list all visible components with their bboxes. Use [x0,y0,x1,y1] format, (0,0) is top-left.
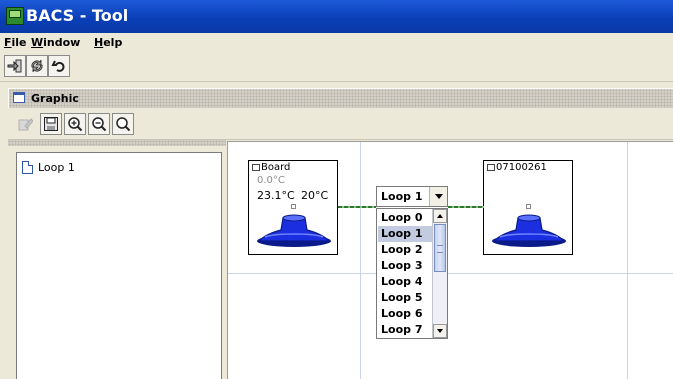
undo-icon [51,60,65,72]
menu-help-mnemonic: H [94,36,104,49]
zoom-in-button[interactable] [64,113,86,135]
device-name-label: Board [261,162,291,173]
menu-help[interactable]: Help [94,36,122,49]
temperature-reading: 0.0°C [257,175,285,186]
loop-select-dropdown: Loop 0 Loop 1 Loop 2 Loop 3 Loop 4 Loop … [376,208,448,339]
scroll-up-icon[interactable] [433,209,447,223]
edit-icon [18,118,33,131]
device-board[interactable]: Board 0.0°C 23.1°C 20°C [248,160,338,255]
device-mini-icon [487,164,495,171]
loop-option[interactable]: Loop 5 [378,290,433,306]
temperature-setpoint: 20°C [301,189,329,202]
grid-line [627,142,628,379]
graphic-panel-header: Graphic [8,88,673,109]
zoom-in-icon [68,117,83,132]
chevron-down-icon[interactable] [429,187,447,206]
refresh-button[interactable] [26,55,48,77]
scrollbar-thumb[interactable] [434,224,446,272]
loop-option[interactable]: Loop 3 [378,258,433,274]
connector-line [448,206,484,208]
loop-option[interactable]: Loop 0 [378,210,433,226]
tree-item-loop[interactable]: Loop 1 [22,159,75,175]
menu-window[interactable]: Window [31,36,80,49]
device-name: Board [252,162,290,173]
window-icon [13,92,25,103]
device-07100261[interactable]: 07100261 [483,160,573,255]
grid-line [360,142,361,379]
device-name-label: 07100261 [496,162,547,173]
save-icon [44,117,58,131]
zoom-out-button[interactable] [88,113,110,135]
login-button[interactable] [4,55,26,77]
loop-select[interactable]: Loop 1 [376,186,448,207]
menu-help-label: elp [103,36,123,49]
edit-button[interactable] [14,113,36,135]
menu-file[interactable]: File [4,36,27,49]
tree-item-label: Loop 1 [38,160,75,174]
grid-line [228,273,673,274]
menu-window-mnemonic: W [31,36,44,49]
main-toolbar [0,53,673,82]
loop-option[interactable]: Loop 4 [378,274,433,290]
zoom-reset-icon [116,117,131,132]
device-mini-icon [252,164,260,171]
refresh-icon [31,59,43,73]
menu-window-label: indow [43,36,81,49]
device-name: 07100261 [487,162,547,173]
thermostat-icon [257,214,331,247]
loop-option[interactable]: Loop 6 [378,306,433,322]
document-icon [22,160,33,174]
save-button[interactable] [40,113,62,135]
loop-tree: Loop 1 [16,152,222,379]
splitter-strip[interactable] [8,140,226,146]
thermostat-icon [492,214,566,247]
menu-bar: File Window Help [0,33,673,53]
zoom-out-icon [92,117,107,132]
undo-button[interactable] [48,55,70,77]
login-icon [7,59,22,73]
app-icon [6,7,24,25]
temperature-reading: 23.1°C [257,189,295,202]
dropdown-scrollbar[interactable] [432,209,447,338]
graphic-panel-title: Graphic [31,92,79,105]
loop-option[interactable]: Loop 2 [378,242,433,258]
title-bar: BACS - Tool [0,0,673,33]
graphic-toolbar [8,108,673,140]
menu-file-label: ile [11,36,27,49]
loop-option-selected[interactable]: Loop 1 [378,226,433,242]
window-title: BACS - Tool [26,6,129,25]
loop-option[interactable]: Loop 7 [378,322,433,338]
connector-line [338,206,376,208]
menu-file-mnemonic: F [4,36,12,49]
loop-select-value: Loop 1 [381,190,423,203]
scroll-down-icon[interactable] [433,324,447,338]
zoom-reset-button[interactable] [112,113,134,135]
